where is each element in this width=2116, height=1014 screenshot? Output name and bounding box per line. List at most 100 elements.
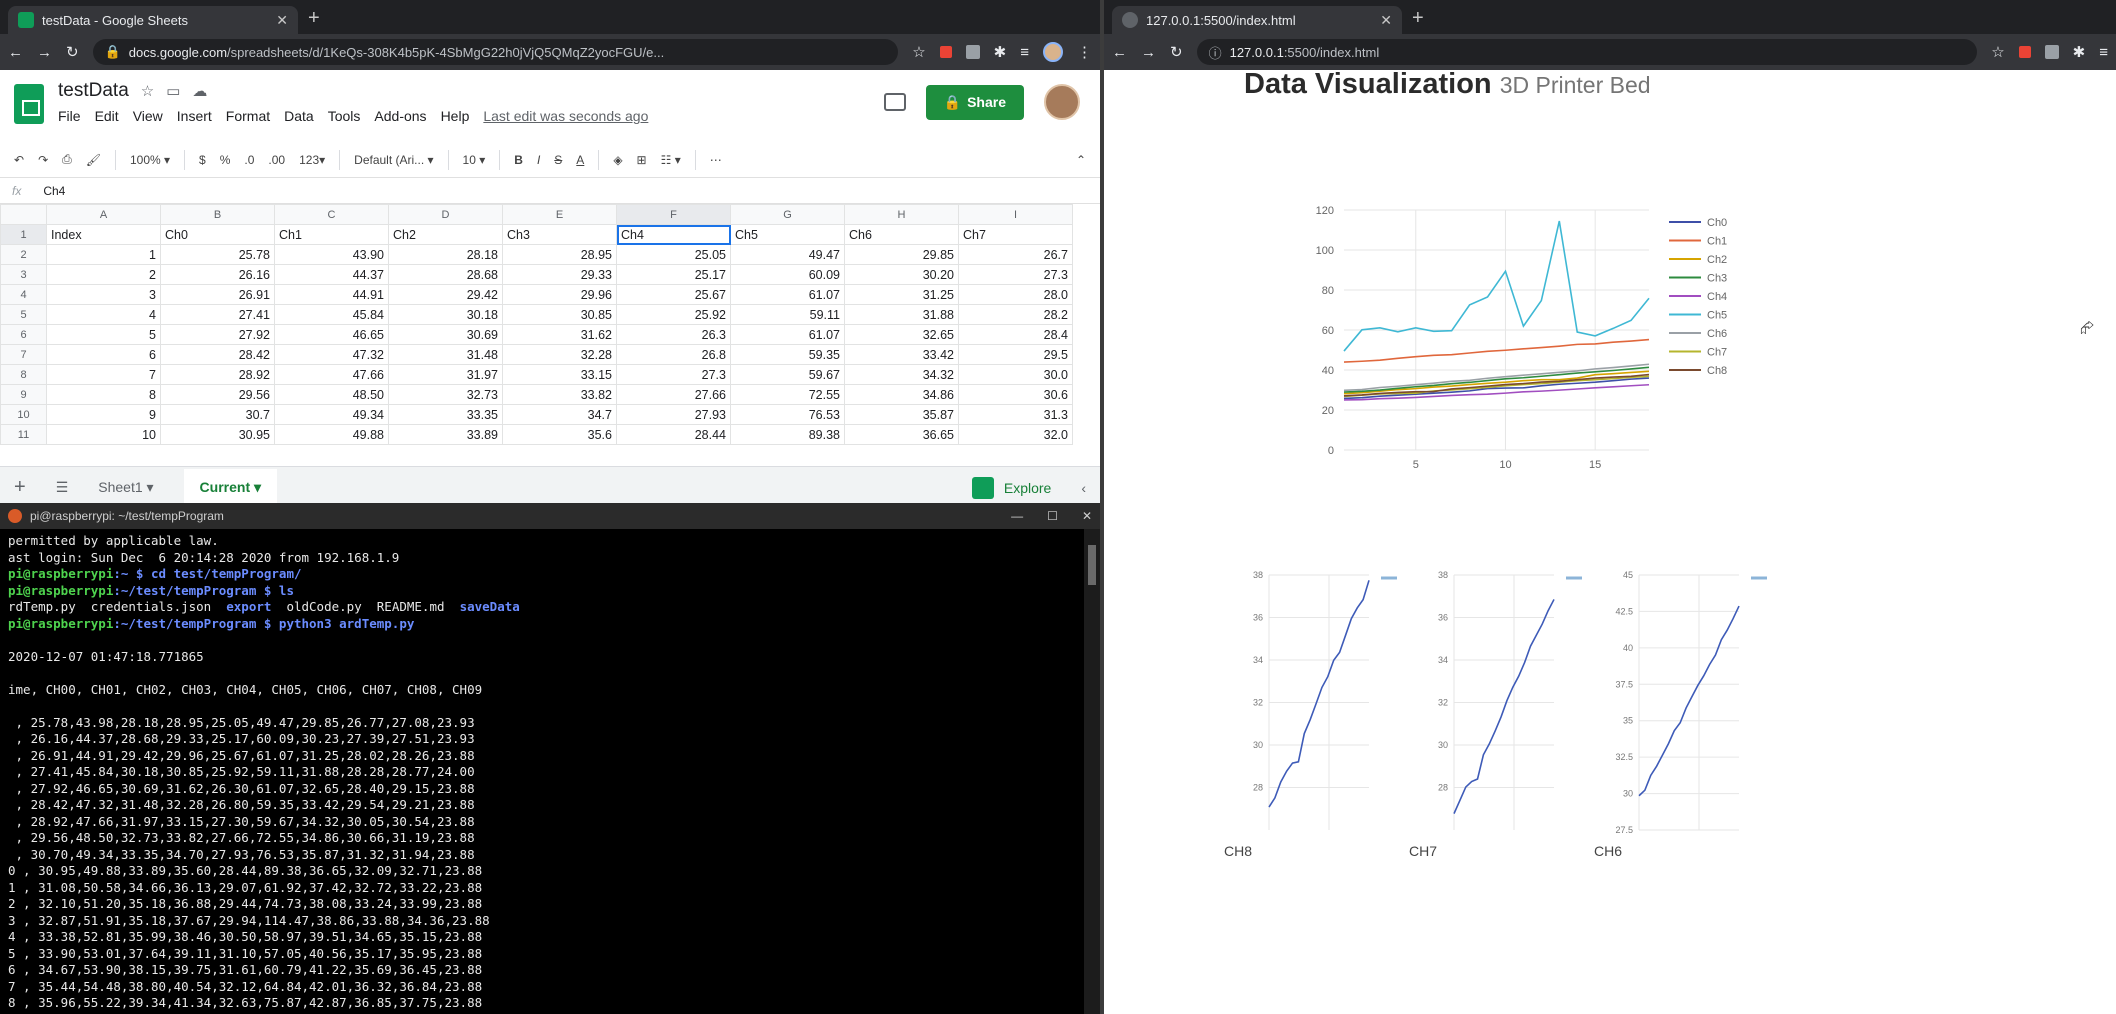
table-cell[interactable]: 27.3 [616,364,731,385]
table-cell[interactable]: 30.95 [160,424,275,445]
move-folder-icon[interactable]: ▭ [166,82,180,100]
row-header[interactable]: 1 [0,224,47,245]
new-tab-icon[interactable]: + [1412,7,1424,30]
column-header[interactable]: H [844,204,959,225]
select-all-corner[interactable] [0,204,47,225]
table-cell[interactable]: 59.67 [730,364,845,385]
table-cell[interactable]: 30.20 [844,264,959,285]
back-arrow-icon[interactable]: ← [1112,44,1127,61]
table-cell[interactable]: 33.82 [502,384,617,405]
table-cell[interactable]: 43.90 [274,244,389,265]
cloud-icon[interactable]: ☁ [192,82,207,100]
table-cell[interactable]: 33.89 [388,424,503,445]
row-header[interactable]: 6 [0,324,47,345]
table-cell[interactable]: Ch1 [274,224,389,245]
table-cell[interactable]: 32.65 [844,324,959,345]
table-cell[interactable]: 28.95 [502,244,617,265]
table-cell[interactable]: 29.85 [844,244,959,265]
table-cell[interactable]: 2 [46,264,161,285]
row-header[interactable]: 2 [0,244,47,265]
table-cell[interactable]: 44.37 [274,264,389,285]
table-cell[interactable]: 31.97 [388,364,503,385]
table-cell[interactable]: 25.92 [616,304,731,325]
media-icon[interactable]: ≡ [2099,44,2108,61]
star-icon[interactable]: ☆ [912,43,925,61]
table-cell[interactable]: 76.53 [730,404,845,425]
table-cell[interactable]: 49.47 [730,244,845,265]
menu-tools[interactable]: Tools [328,108,361,124]
row-header[interactable]: 4 [0,284,47,305]
side-panel-chevron-icon[interactable]: ‹ [1081,480,1086,496]
table-cell[interactable]: 61.07 [730,284,845,305]
redo-icon[interactable]: ↷ [38,153,48,167]
table-cell[interactable]: 5 [46,324,161,345]
row-header[interactable]: 3 [0,264,47,285]
table-cell[interactable]: 31.88 [844,304,959,325]
table-cell[interactable]: 59.35 [730,344,845,365]
column-header[interactable]: A [46,204,161,225]
reload-icon[interactable]: ↻ [1170,43,1183,61]
table-cell[interactable]: 10 [46,424,161,445]
font-select[interactable]: Default (Ari... ▾ [354,153,433,167]
column-header[interactable]: I [958,204,1073,225]
table-cell[interactable]: Ch5 [730,224,845,245]
profile-avatar[interactable] [1043,42,1063,62]
table-cell[interactable]: 28.4 [958,324,1073,345]
row-header[interactable]: 5 [0,304,47,325]
doc-title[interactable]: testData [58,80,129,102]
table-cell[interactable]: 29.33 [502,264,617,285]
table-cell[interactable]: 35.6 [502,424,617,445]
puzzle-icon[interactable]: ✱ [994,43,1007,61]
table-cell[interactable]: 28.42 [160,344,275,365]
print-icon[interactable]: ⎙ [62,152,72,167]
back-arrow-icon[interactable]: ← [8,44,23,61]
table-cell[interactable]: 30.69 [388,324,503,345]
undo-icon[interactable]: ↶ [14,153,24,167]
minimize-icon[interactable]: — [1011,509,1023,523]
table-cell[interactable]: 29.96 [502,284,617,305]
table-cell[interactable]: 32.0 [958,424,1073,445]
table-cell[interactable]: 30.85 [502,304,617,325]
last-edit-link[interactable]: Last edit was seconds ago [483,108,648,124]
reload-icon[interactable]: ↻ [66,43,79,61]
fill-color-icon[interactable]: ◈ [613,153,622,167]
table-cell[interactable]: Ch2 [388,224,503,245]
extension-icon[interactable] [2018,46,2031,58]
currency-button[interactable]: $ [199,153,206,167]
table-cell[interactable]: 31.25 [844,284,959,305]
column-header[interactable]: F [616,204,731,225]
terminal-output[interactable]: permitted by applicable law. ast login: S… [0,529,1100,1014]
table-cell[interactable]: 29.56 [160,384,275,405]
share-button[interactable]: 🔒 Share [925,84,1024,120]
url-input[interactable]: ⓘ 127.0.0.1:5500/index.html [1196,39,1978,65]
table-cell[interactable]: Ch7 [958,224,1073,245]
table-cell[interactable]: Index [46,224,161,245]
table-cell[interactable]: Ch3 [502,224,617,245]
table-cell[interactable]: 30.0 [958,364,1073,385]
table-cell[interactable]: 26.91 [160,284,275,305]
table-cell[interactable]: 32.73 [388,384,503,405]
table-cell[interactable]: 26.7 [958,244,1073,265]
sheet-tab-current[interactable]: Current ▾ [183,469,278,506]
table-cell[interactable]: 32.28 [502,344,617,365]
strikethrough-icon[interactable]: S [554,153,562,167]
explore-button[interactable]: Explore [971,476,1051,499]
table-cell[interactable]: 60.09 [730,264,845,285]
table-cell[interactable]: 34.86 [844,384,959,405]
table-cell[interactable]: 30.6 [958,384,1073,405]
menu-data[interactable]: Data [284,108,314,124]
column-header[interactable]: B [160,204,275,225]
star-icon[interactable]: ☆ [141,82,154,100]
close-icon[interactable]: ✕ [1082,509,1092,523]
forward-arrow-icon[interactable]: → [1141,44,1156,61]
table-cell[interactable]: 28.68 [388,264,503,285]
table-cell[interactable]: 4 [46,304,161,325]
table-cell[interactable]: 7 [46,364,161,385]
table-cell[interactable]: 27.66 [616,384,731,405]
table-cell[interactable]: 44.91 [274,284,389,305]
menu-help[interactable]: Help [441,108,470,124]
table-cell[interactable]: 6 [46,344,161,365]
comment-icon[interactable] [883,93,906,111]
table-cell[interactable]: 28.92 [160,364,275,385]
puzzle-icon[interactable]: ✱ [2073,43,2086,61]
